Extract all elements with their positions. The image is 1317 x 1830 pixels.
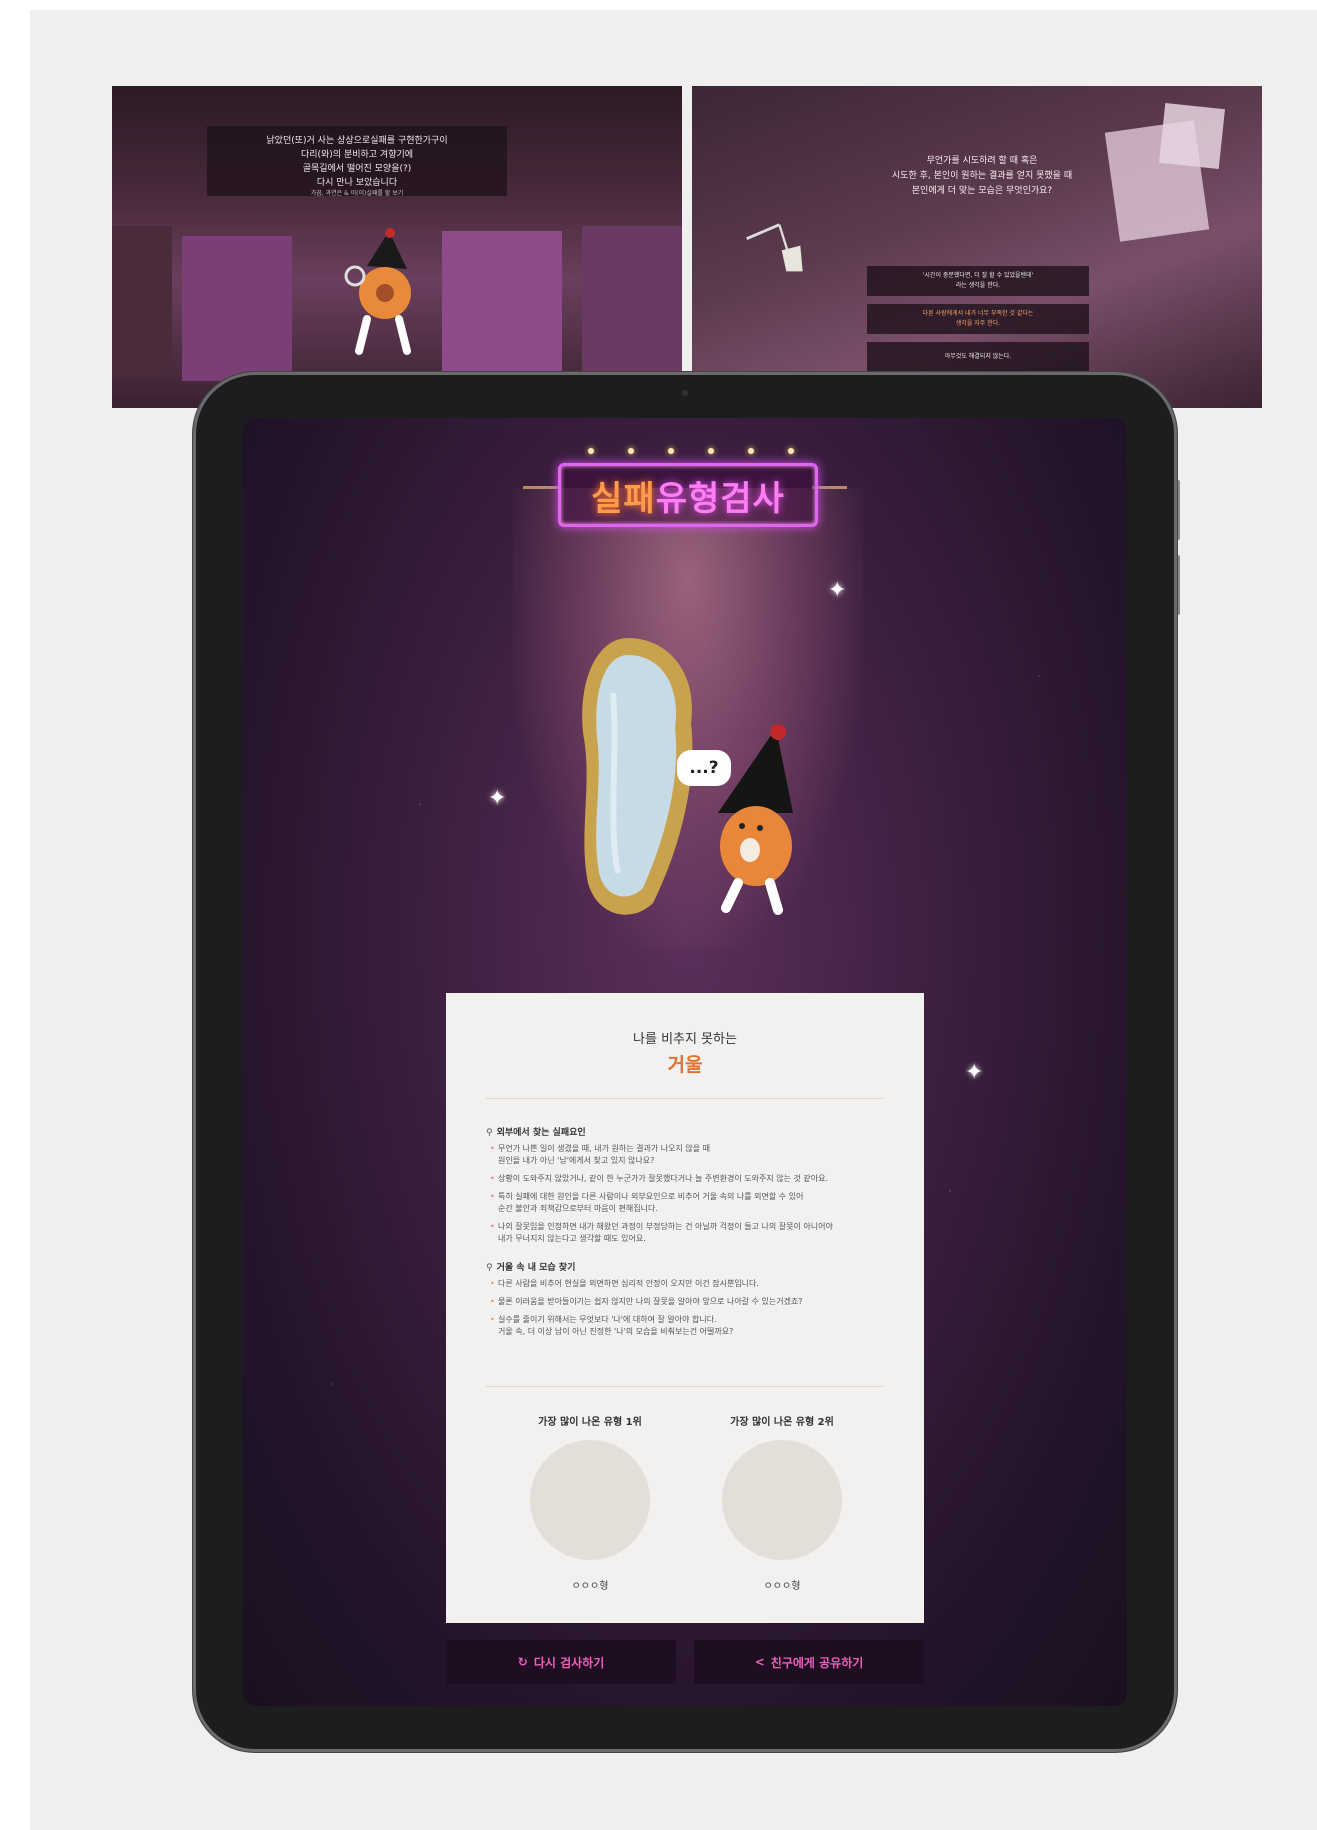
magnifier-icon: ⚲ — [486, 1128, 493, 1138]
intro-banner-text: 낡았던(또)거 사는 상상으로실패를 구현한가구이 다리(와)의 분비하고 겨향… — [266, 136, 448, 188]
result-card: 나를 비추지 못하는 거울 ⚲ 외부에서 찾는 실패요인 • 무언가 나쁜 일이 생… — [446, 993, 924, 1623]
light-bulb — [748, 448, 754, 454]
answer-option-3[interactable]: 아무것도 해결되지 않는다. — [867, 342, 1089, 372]
list-item: • 물론 이러움을 받아들이기는 쉽지 않지만 나의 잘못을 알아야 앞으로 나아… — [490, 1297, 803, 1306]
divider — [486, 1098, 884, 1099]
magnifier-icon: ⚲ — [486, 1263, 493, 1273]
section-heading-find-self: ⚲ 거울 속 내 모습 찾기 — [486, 1263, 576, 1273]
light-bulb — [628, 448, 634, 454]
rank-2-image — [722, 1440, 842, 1560]
rank-2-name: ㅇㅇㅇ형 — [763, 1581, 801, 1592]
list-item: • 실수를 줄이기 위해서는 무엇보다 '나'에 대하여 잘 알아야 합니다. 거… — [490, 1315, 734, 1336]
sparkle-icon: ✦ — [488, 786, 507, 811]
rank-1-label: 가장 많이 나온 유형 1위 — [538, 1417, 642, 1428]
rank-1-image — [530, 1440, 650, 1560]
list-item: • 특히 실패에 대한 원인을 다른 사람이나 외부요인으로 비추어 거울 속의 … — [490, 1192, 804, 1213]
section-heading-causes: ⚲ 외부에서 찾는 실패요인 — [486, 1128, 586, 1138]
character-magnifier-illustration — [344, 228, 411, 355]
preview-screen-question: 무언가를 시도하려 할 때 혹은 시도한 후, 본인이 원하는 결과를 얻지 못… — [692, 86, 1262, 408]
sign-title-part1: 실패 — [591, 478, 656, 519]
share-icon: < — [754, 1655, 765, 1669]
intro-banner-subtext: 가끔, 과연은 & 이(이)실패를 할 보기 — [310, 190, 404, 197]
result-screen: 실패 유형검사 ...? ✦ ✦ ✦ 나를 비추지 못하는 거울 ⚲외부에서 — [243, 418, 1127, 1706]
list-item: • 상황이 도와주지 않았거나, 같이 한 누군가가 잘못했다거나 늘 주변환경이… — [490, 1174, 828, 1183]
result-subtitle: 나를 비추지 못하는 — [633, 1032, 737, 1047]
answer-option-2[interactable]: 다른 사람에게서 내가 너무 부족한 것 같다는 생각을 자주 한다. — [867, 304, 1089, 334]
refresh-icon: ↻ — [517, 1655, 528, 1669]
light-bulb — [588, 448, 594, 454]
character-illustration — [718, 724, 793, 915]
light-bulb — [788, 448, 794, 454]
front-camera — [682, 390, 688, 396]
result-title: 거울 — [667, 1054, 703, 1076]
answer-option-1[interactable]: '시간이 충분했다면, 더 잘 할 수 있었을텐데' 라는 생각을 한다. — [867, 266, 1089, 296]
sign-title-part2: 유형검사 — [655, 478, 785, 519]
tablet-device: 실패 유형검사 ...? ✦ ✦ ✦ 나를 비추지 못하는 거울 ⚲외부에서 — [193, 372, 1177, 1752]
share-button[interactable]: < 친구에게 공유하기 — [694, 1640, 924, 1684]
preview-screen-intro: 낡았던(또)거 사는 상상으로실패를 구현한가구이 다리(와)의 분비하고 겨향… — [112, 86, 682, 408]
sparkle-icon: ✦ — [965, 1060, 984, 1085]
retry-button[interactable]: ↻ 다시 검사하기 — [446, 1640, 676, 1684]
neon-sign-title: 실패 유형검사 — [558, 463, 818, 527]
divider — [486, 1386, 884, 1387]
list-item: • 무언가 나쁜 일이 생겼을 때, 내가 원하는 결과가 나오지 않을 때 원인… — [490, 1144, 710, 1165]
list-item: • 다른 사람을 비추어 현실을 외면하면 심리적 안정이 오지만 이건 잠시뿐입… — [490, 1279, 759, 1288]
light-bulb — [668, 448, 674, 454]
sign-rail — [523, 486, 558, 489]
question-text: 무언가를 시도하려 할 때 혹은 시도한 후, 본인이 원하는 결과를 얻지 못… — [891, 156, 1073, 196]
sparkle-icon: ✦ — [828, 578, 847, 603]
rank-1-name: ㅇㅇㅇ형 — [571, 1581, 609, 1592]
light-bulb — [708, 448, 714, 454]
list-item: • 나의 잘못임을 인정하면 내가 해왔던 과정이 부정당하는 건 아닐까 걱정이… — [490, 1222, 833, 1243]
rank-2-label: 가장 많이 나온 유형 2위 — [730, 1417, 834, 1428]
desk-lamp-illustration — [746, 223, 803, 272]
